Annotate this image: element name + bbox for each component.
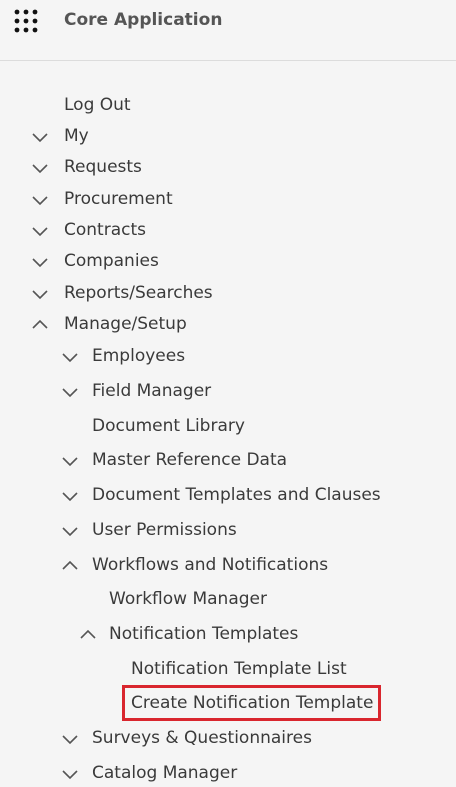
app-header: Core Application [0,0,456,61]
menu-item-requests[interactable]: Requests [64,153,142,181]
chevron-down-icon[interactable] [62,770,78,780]
menu-item-create-notification-template[interactable]: Create Notification Template [131,689,373,717]
menu-item-contracts[interactable]: Contracts [64,216,146,244]
chevron-down-icon[interactable] [62,527,78,537]
chevron-down-icon[interactable] [32,133,48,143]
menu-item-document-templates-clauses[interactable]: Document Templates and Clauses [92,481,381,509]
chevron-up-icon[interactable] [80,629,96,639]
menu-item-workflow-manager[interactable]: Workflow Manager [109,585,267,613]
menu-item-document-library[interactable]: Document Library [92,412,245,440]
menu-item-master-reference-data[interactable]: Master Reference Data [92,446,287,474]
menu-item-log-out[interactable]: Log Out [64,91,131,119]
chevron-down-icon[interactable] [32,290,48,300]
app-title: Core Application [64,10,223,30]
chevron-down-icon[interactable] [32,196,48,206]
chevron-down-icon[interactable] [32,258,48,268]
menu-item-reports-searches[interactable]: Reports/Searches [64,279,213,307]
menu-item-field-manager[interactable]: Field Manager [92,377,211,405]
menu-item-notification-template-list[interactable]: Notification Template List [131,655,347,683]
menu-item-manage-setup[interactable]: Manage/Setup [64,310,187,338]
menu-item-procurement[interactable]: Procurement [64,185,173,213]
chevron-up-icon[interactable] [32,319,48,329]
menu-item-surveys-questionnaires[interactable]: Surveys & Questionnaires [92,724,312,752]
menu-item-companies[interactable]: Companies [64,247,159,275]
chevron-down-icon[interactable] [32,227,48,237]
menu-item-user-permissions[interactable]: User Permissions [92,516,237,544]
chevron-up-icon[interactable] [62,560,78,570]
chevron-down-icon[interactable] [62,492,78,502]
menu-item-workflows-notifications[interactable]: Workflows and Notifications [92,551,328,579]
grid-dots-icon[interactable] [14,9,38,33]
chevron-down-icon[interactable] [62,388,78,398]
chevron-down-icon[interactable] [62,735,78,745]
chevron-down-icon[interactable] [62,353,78,363]
menu-item-my[interactable]: My [64,122,89,150]
chevron-down-icon[interactable] [62,457,78,467]
chevron-down-icon[interactable] [32,164,48,174]
menu-item-employees[interactable]: Employees [92,342,185,370]
menu-item-notification-templates[interactable]: Notification Templates [109,620,298,648]
